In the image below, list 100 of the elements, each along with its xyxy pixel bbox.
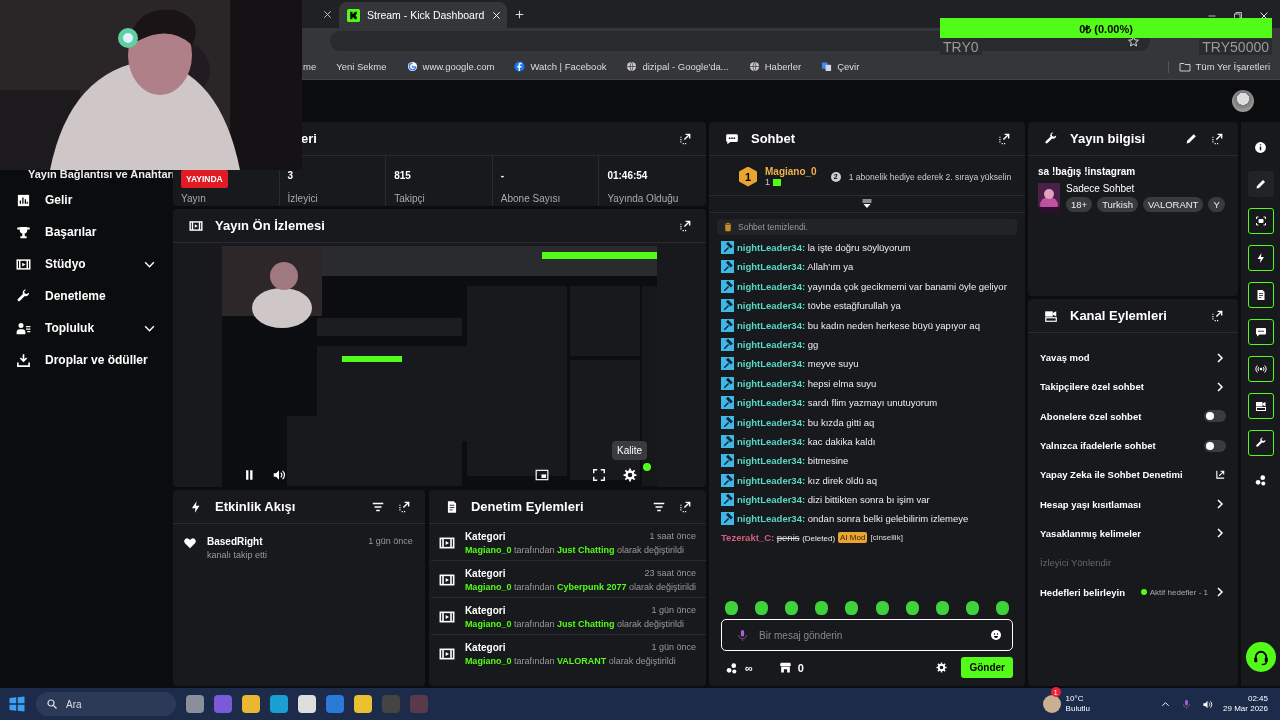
reason-label: [cinsellik] [870, 532, 903, 542]
fullscreen-icon[interactable] [592, 468, 606, 482]
action-item[interactable]: Takipçilere özel sohbet [1040, 372, 1226, 402]
pip-icon[interactable] [535, 468, 549, 482]
sidebar-item[interactable]: Topluluk [14, 312, 164, 344]
chevron-right-icon [1214, 527, 1226, 540]
bookmark[interactable]: www.google.com [406, 61, 495, 72]
settings-icon[interactable] [936, 662, 948, 673]
chat-message: nightLeader34: Allah'ım ya [737, 261, 854, 273]
widget-button[interactable] [1247, 393, 1274, 419]
bookmark[interactable]: Yeni Sekme [336, 61, 387, 72]
support-button[interactable] [1245, 642, 1276, 672]
dots-icon [725, 660, 739, 675]
emote-icon[interactable] [815, 601, 829, 615]
bookmark[interactable]: me [303, 61, 317, 72]
edit-button[interactable] [1247, 171, 1274, 197]
action-item[interactable]: Hesap yaşı kısıtlaması [1040, 489, 1226, 519]
emote-icon[interactable] [755, 601, 769, 615]
expand-icon[interactable] [1210, 131, 1224, 146]
bookmark[interactable]: Çevir [821, 61, 860, 72]
bookmark[interactable]: Haberler [748, 61, 802, 72]
globe-icon [748, 61, 760, 72]
widget-button[interactable] [1247, 356, 1274, 382]
action-item[interactable]: Yasaklanmış kelimeler [1040, 518, 1226, 549]
chat-message: nightLeader34: bu kızda gitti aq [737, 416, 875, 428]
expand-icon[interactable] [396, 499, 411, 514]
sidebar-item[interactable]: Yayın Bağlantısı ve Anahtarı [28, 168, 175, 180]
widget-button[interactable] [1247, 282, 1274, 308]
bookmark[interactable]: dizipal - Google'da... [626, 61, 729, 72]
folder-icon [1178, 60, 1191, 73]
action-title: Kategori [464, 642, 506, 653]
expand-icon[interactable] [678, 131, 692, 146]
browser-tab[interactable]: Stream - Kick Dashboard [339, 2, 507, 28]
chat-icon [1254, 326, 1267, 338]
widget-button[interactable] [1247, 208, 1274, 234]
microphone-icon[interactable] [736, 628, 749, 642]
sidebar-item[interactable]: Droplar ve ödüller [14, 344, 164, 376]
shop-icon[interactable] [778, 661, 792, 674]
close-icon[interactable] [322, 9, 333, 20]
emote-icon[interactable] [785, 601, 799, 615]
volume-icon[interactable] [272, 468, 286, 482]
close-icon[interactable] [491, 9, 503, 21]
settings-icon[interactable] [623, 468, 637, 482]
event-text: kanalı takip etti [207, 550, 269, 560]
chat-message: nightLeader34: sardı flim yazmayı unutuyorum [737, 397, 938, 409]
chat-icon [725, 131, 739, 146]
plus-icon[interactable] [513, 8, 526, 21]
facebook-icon [514, 61, 526, 72]
panel-title: Yayın bilgisi [1070, 131, 1147, 146]
user-avatar[interactable] [1232, 90, 1254, 112]
trash-icon [723, 222, 733, 232]
toggle-switch[interactable] [1204, 410, 1226, 423]
microphone-icon[interactable] [1181, 698, 1193, 710]
emote-icon[interactable] [905, 601, 919, 615]
sidebar-item[interactable]: Denetleme [14, 280, 164, 312]
google-icon [406, 61, 418, 72]
sidebar-item[interactable]: Stüdyo [14, 248, 164, 280]
widget-button[interactable] [1247, 430, 1274, 456]
widget-button[interactable] [1247, 319, 1274, 345]
expand-icon[interactable] [997, 131, 1011, 146]
sidebar-item[interactable]: Gelir [14, 184, 164, 216]
emoji-icon[interactable] [990, 629, 1002, 641]
expand-icon[interactable] [678, 499, 692, 514]
taskbar-app-icon[interactable] [186, 695, 204, 713]
toggle-switch[interactable] [1204, 439, 1226, 452]
sidebar-item[interactable]: Başarılar [14, 216, 164, 248]
emote-icon[interactable] [965, 601, 979, 615]
weather-icon[interactable] [1042, 695, 1061, 713]
taskbar-app-icon[interactable] [270, 695, 288, 713]
taskbar-app-icon[interactable] [298, 695, 316, 713]
wrench-icon [1254, 437, 1267, 449]
all-bookmarks[interactable]: Tüm Yer İşaretleri [1167, 60, 1280, 73]
action-label: Yalnızca ifadelerle sohbet [1040, 440, 1157, 452]
volume-icon[interactable] [1202, 698, 1214, 710]
emote-icon[interactable] [725, 601, 738, 615]
search-field[interactable]: Ara [36, 692, 176, 716]
message-input[interactable]: Bir mesaj gönderin [721, 619, 1013, 651]
windows-icon[interactable] [8, 695, 26, 713]
hammer-icon [721, 299, 734, 313]
taskbar-app-icon[interactable] [354, 695, 372, 713]
pencil-icon[interactable] [1185, 132, 1198, 145]
gift-count: 1 [765, 177, 817, 187]
goal-max-label: TRY50000 [1199, 39, 1272, 55]
send-button[interactable]: Gönder [961, 657, 1013, 678]
chat-message: nightLeader34: yayında çok gecikmemi var banami öyle geliyor [737, 280, 1007, 292]
expand-icon[interactable] [678, 218, 692, 233]
message-text-input[interactable]: Bir mesaj gönderin [757, 628, 982, 642]
action-item[interactable]: Yavaş mod [1040, 343, 1226, 373]
emote-icon[interactable] [935, 601, 949, 615]
taskbar-app-icon[interactable] [242, 695, 260, 713]
emote-icon[interactable] [996, 601, 1009, 615]
widget-button[interactable] [1247, 245, 1274, 271]
emote-icon[interactable] [845, 601, 859, 615]
action-item[interactable]: Hedefleri belirleyin Aktif hedefler - 1 [1040, 577, 1226, 607]
bookmark[interactable]: Watch | Facebook [514, 61, 607, 72]
expand-icon[interactable] [1210, 308, 1224, 323]
emote-icon[interactable] [875, 601, 889, 615]
ai-mod-badge: AI Mod [838, 531, 868, 543]
action-item[interactable]: Yapay Zeka ile Sohbet Denetimi [1040, 460, 1226, 490]
collapse-icon[interactable] [861, 198, 873, 210]
